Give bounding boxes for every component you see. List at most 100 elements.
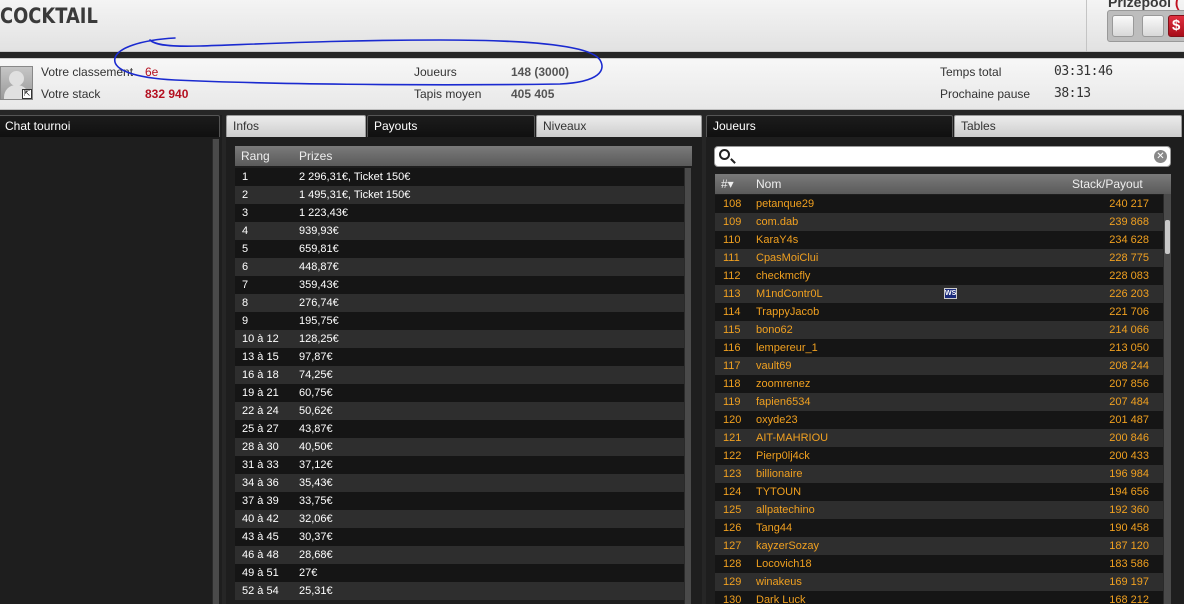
table-row[interactable]: 118 zoomrenez 207 856 xyxy=(715,375,1163,393)
avatar[interactable]: ⇱ xyxy=(0,66,33,100)
players-value: 148 (3000) xyxy=(511,65,570,79)
table-row[interactable]: 120 oxyde23 201 487 xyxy=(715,411,1163,429)
player-stack: 207 484 xyxy=(1109,396,1149,408)
payout-prize: 28,68€ xyxy=(299,549,333,561)
payout-prize: 60,75€ xyxy=(299,387,333,399)
chat-panel: Chat tournoi xyxy=(0,115,222,604)
player-name: KaraY4s xyxy=(756,234,799,246)
table-row[interactable]: 124 TYTOUN 194 656 xyxy=(715,483,1163,501)
num-column-header[interactable]: #▾ xyxy=(721,177,734,191)
table-row[interactable]: 117 vault69 208 244 xyxy=(715,357,1163,375)
payout-prize: 43,87€ xyxy=(299,423,333,435)
player-stack: 213 050 xyxy=(1109,342,1149,354)
next-pause-label: Prochaine pause xyxy=(940,87,1031,101)
player-stack: 200 846 xyxy=(1109,432,1149,444)
player-name: winakeus xyxy=(756,576,802,588)
payout-rank: 25 à 27 xyxy=(242,423,279,435)
player-stack: 194 656 xyxy=(1109,486,1149,498)
payout-prize: 128,25€ xyxy=(299,333,339,345)
table-row: 1 2 296,31€, Ticket 150€ xyxy=(235,168,684,186)
table-row: 16 à 18 74,25€ xyxy=(235,366,684,384)
table-row: 52 à 54 25,31€ xyxy=(235,582,684,600)
clear-search-icon[interactable]: ✕ xyxy=(1154,150,1167,163)
table-row[interactable]: 114 TrappyJacob 221 706 xyxy=(715,303,1163,321)
player-stack: 221 706 xyxy=(1109,306,1149,318)
tab-tables[interactable]: Tables xyxy=(954,115,1182,137)
table-row[interactable]: 129 winakeus 169 197 xyxy=(715,573,1163,591)
stack-column-header[interactable]: Stack/Payout xyxy=(1072,177,1143,191)
player-rank: 123 xyxy=(723,468,742,480)
table-row: 10 à 12 128,25€ xyxy=(235,330,684,348)
ws-badge-icon: WS xyxy=(944,288,957,299)
table-row[interactable]: 108 petanque29 240 217 xyxy=(715,195,1163,213)
payout-prize: 195,75€ xyxy=(299,315,339,327)
prizepool-label: Prizepool ( xyxy=(1108,0,1180,10)
table-row[interactable]: 130 Dark Luck 168 212 xyxy=(715,591,1163,604)
player-rank: 130 xyxy=(723,594,742,604)
table-row[interactable]: 113 M1ndContr0L 226 203 WS xyxy=(715,285,1163,303)
payout-rank: 7 xyxy=(242,279,249,291)
player-stack: 187 120 xyxy=(1109,540,1149,552)
table-row[interactable]: 121 AIT-MAHRIOU 200 846 xyxy=(715,429,1163,447)
prizepool-box: Prizepool ( $ xyxy=(1086,0,1184,52)
tab-chat-tournoi[interactable]: Chat tournoi xyxy=(0,115,220,137)
prizepool-controls: $ xyxy=(1107,10,1184,42)
players-scrollbar-thumb[interactable] xyxy=(1165,220,1170,254)
payout-rank: 40 à 42 xyxy=(242,513,279,525)
table-row: 5 659,81€ xyxy=(235,240,684,258)
table-row[interactable]: 125 allpatechino 192 360 xyxy=(715,501,1163,519)
table-row: 9 195,75€ xyxy=(235,312,684,330)
prizepool-button-1[interactable] xyxy=(1112,15,1134,37)
player-rank: 108 xyxy=(723,198,742,210)
payout-rank: 22 à 24 xyxy=(242,405,279,417)
player-rank: 125 xyxy=(723,504,742,516)
player-search-input[interactable]: ✕ xyxy=(714,146,1171,167)
expand-icon[interactable]: ⇱ xyxy=(22,89,32,99)
table-row[interactable]: 111 CpasMoiClui 228 775 xyxy=(715,249,1163,267)
dollar-icon: $ xyxy=(1172,17,1181,34)
player-name: vault69 xyxy=(756,360,792,372)
payout-prize: 30,37€ xyxy=(299,531,333,543)
payouts-table-header: Rang Prizes xyxy=(235,146,692,166)
table-row: 25 à 27 43,87€ xyxy=(235,420,684,438)
payout-prize: 2 296,31€, Ticket 150€ xyxy=(299,171,411,183)
player-name: allpatechino xyxy=(756,504,815,516)
payout-rank: 2 xyxy=(242,189,249,201)
table-row[interactable]: 110 KaraY4s 234 628 xyxy=(715,231,1163,249)
payout-prize: 74,25€ xyxy=(299,369,333,381)
table-row[interactable]: 112 checkmcfly 228 083 xyxy=(715,267,1163,285)
table-row: 37 à 39 33,75€ xyxy=(235,492,684,510)
prizepool-button-2[interactable] xyxy=(1142,15,1164,37)
player-rank: 113 xyxy=(723,288,741,300)
player-stack: 234 628 xyxy=(1109,234,1149,246)
tab-niveaux[interactable]: Niveaux xyxy=(536,115,702,137)
tab-payouts[interactable]: Payouts xyxy=(367,115,535,137)
table-row[interactable]: 123 billionaire 196 984 xyxy=(715,465,1163,483)
players-scrollbar[interactable] xyxy=(1163,194,1171,604)
table-row[interactable]: 119 fapien6534 207 484 xyxy=(715,393,1163,411)
tab-joueurs[interactable]: Joueurs xyxy=(706,115,953,137)
table-row[interactable]: 116 lempereur_1 213 050 xyxy=(715,339,1163,357)
table-row[interactable]: 122 Pierp0lj4ck 200 433 xyxy=(715,447,1163,465)
stack-label: Votre stack xyxy=(41,87,101,101)
name-column-header[interactable]: Nom xyxy=(756,177,781,191)
table-row: 6 448,87€ xyxy=(235,258,684,276)
chat-scrollbar[interactable] xyxy=(212,139,219,604)
payout-prize: 25,31€ xyxy=(299,585,333,597)
table-row: 43 à 45 30,37€ xyxy=(235,528,684,546)
table-row[interactable]: 127 kayzerSozay 187 120 xyxy=(715,537,1163,555)
prizepool-dollar-button[interactable]: $ xyxy=(1168,15,1184,37)
tab-infos[interactable]: Infos xyxy=(226,115,366,137)
next-pause-value: 38:13 xyxy=(1054,86,1091,101)
table-row[interactable]: 115 bono62 214 066 xyxy=(715,321,1163,339)
payouts-scrollbar[interactable] xyxy=(684,168,691,604)
payout-prize: 35,43€ xyxy=(299,477,333,489)
payout-rank: 34 à 36 xyxy=(242,477,279,489)
table-row[interactable]: 126 Tang44 190 458 xyxy=(715,519,1163,537)
payout-rank: 52 à 54 xyxy=(242,585,279,597)
table-row[interactable]: 109 com.dab 239 868 xyxy=(715,213,1163,231)
total-time-value: 03:31:46 xyxy=(1054,64,1113,79)
stack-value: 832 940 xyxy=(145,87,189,101)
table-row[interactable]: 128 Locovich18 183 586 xyxy=(715,555,1163,573)
table-row: 31 à 33 37,12€ xyxy=(235,456,684,474)
